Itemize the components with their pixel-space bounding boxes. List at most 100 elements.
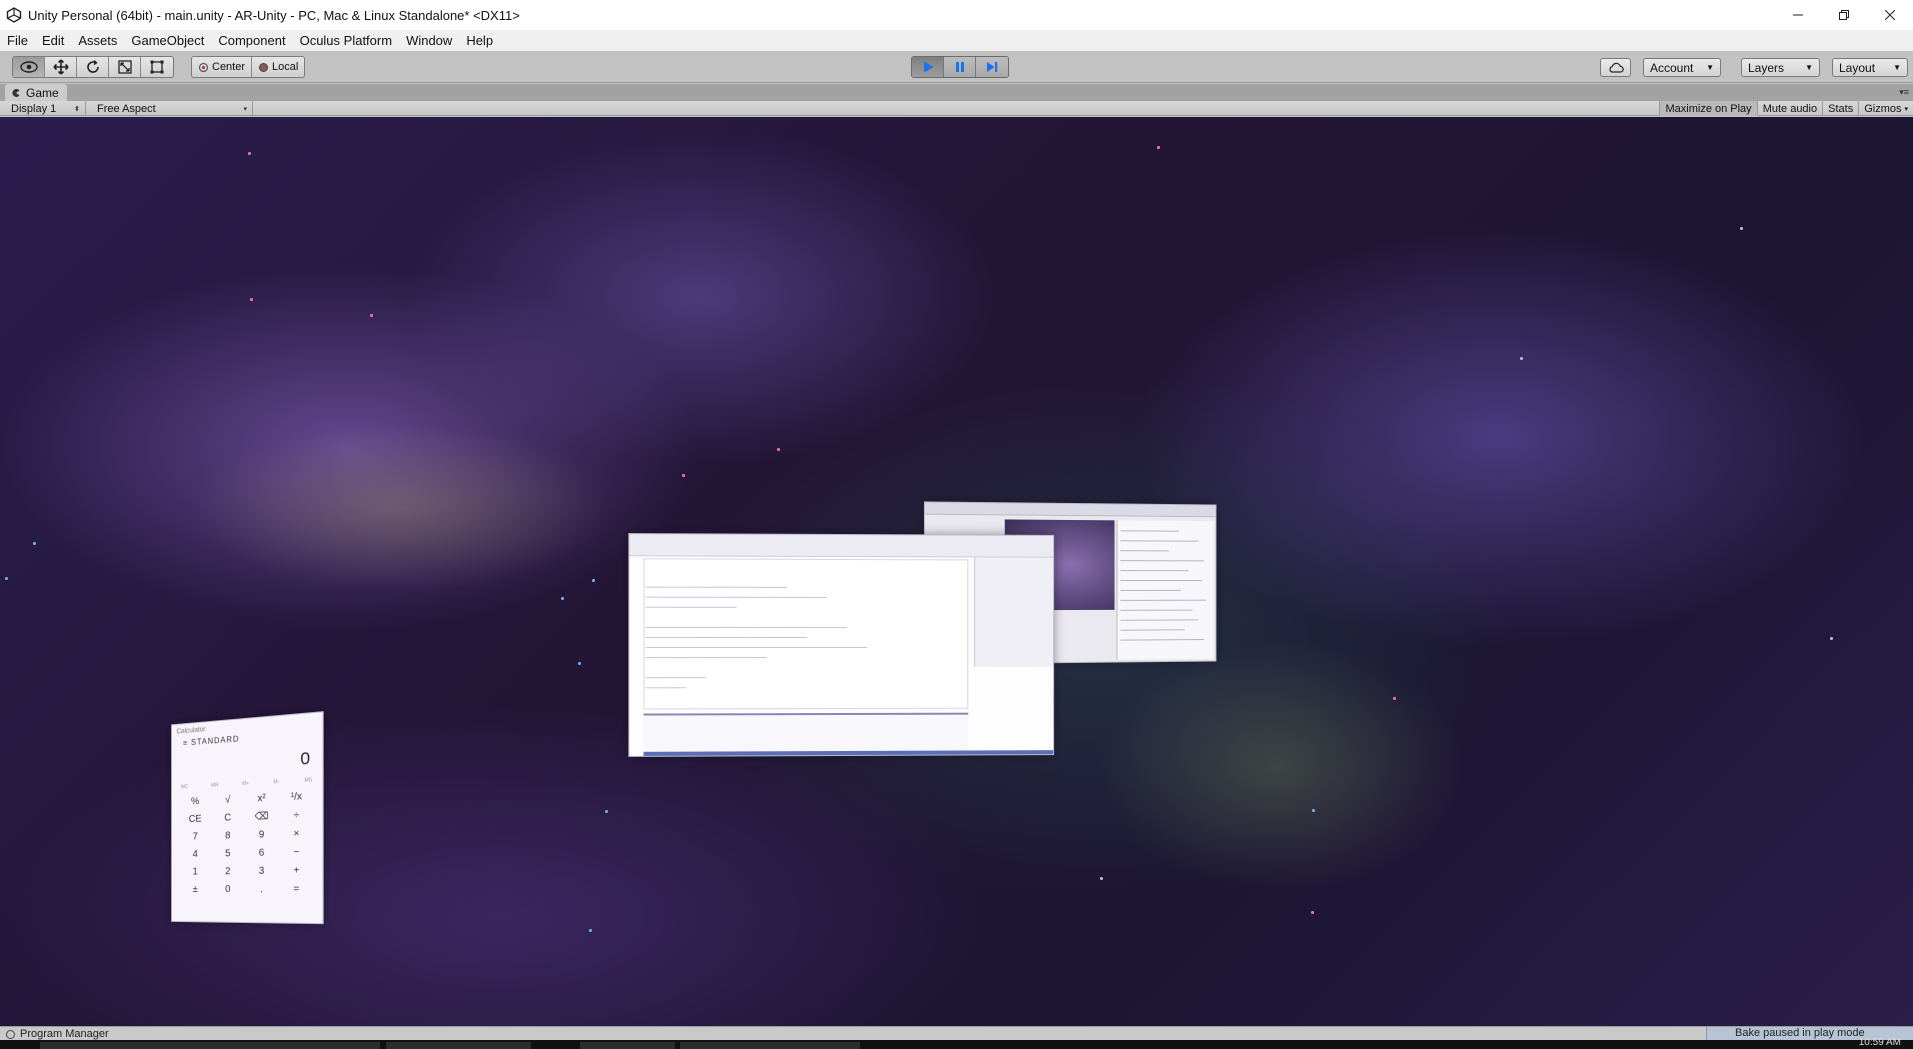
gizmos-dropdown[interactable]: Gizmos ▾ <box>1858 101 1913 116</box>
calculator-window-panel[interactable]: Calculator ≡ STANDARD 0 MC MR M+ M- MS %… <box>171 711 324 925</box>
code-line <box>645 626 847 629</box>
calc-key[interactable]: % <box>179 795 211 810</box>
rect-tool-button[interactable] <box>141 57 173 77</box>
taskbar-clock[interactable]: 10:59 AM <box>1859 1037 1901 1048</box>
calc-key[interactable]: ⌫ <box>245 810 279 825</box>
pivot-center-button[interactable]: Center <box>192 57 253 77</box>
calc-key[interactable]: − <box>279 845 314 860</box>
calc-key[interactable]: = <box>279 883 314 897</box>
eye-icon <box>19 61 38 73</box>
calc-key[interactable]: ¹/x <box>279 790 314 806</box>
minimize-button[interactable] <box>1775 0 1821 30</box>
account-label: Account <box>1650 60 1694 75</box>
collab-cloud-button[interactable] <box>1600 58 1631 77</box>
calc-key[interactable]: x² <box>245 791 279 807</box>
menu-gameobject[interactable]: GameObject <box>124 30 211 51</box>
tab-game-label: Game <box>26 85 59 100</box>
status-left: Program Manager <box>6 1028 109 1040</box>
code-editor-window-panel[interactable] <box>628 533 1055 757</box>
calc-key[interactable]: M- <box>273 779 279 785</box>
menu-file[interactable]: File <box>0 30 35 51</box>
star <box>1393 697 1396 700</box>
calc-key[interactable]: 7 <box>179 830 211 845</box>
move-tool-button[interactable] <box>45 57 77 77</box>
calc-key[interactable]: MC <box>181 784 188 790</box>
account-caret-icon: ▼ <box>1706 63 1714 72</box>
status-bar: Program Manager Bake paused in play mode <box>0 1026 1913 1040</box>
code-line <box>645 677 707 679</box>
account-dropdown[interactable]: Account ▼ <box>1643 58 1721 77</box>
calc-key[interactable]: 2 <box>211 865 244 879</box>
title-bar: Unity Personal (64bit) - main.unity - AR… <box>0 0 1913 30</box>
rotate-tool-button[interactable] <box>77 57 109 77</box>
game-view-viewport[interactable]: Calculator ≡ STANDARD 0 MC MR M+ M- MS %… <box>0 117 1913 1026</box>
calc-key[interactable]: 0 <box>211 883 244 897</box>
solution-explorer-panel <box>974 557 1054 667</box>
main-toolbar: Center Local Account ▼ Layers ▼ Layout ▼ <box>0 51 1913 83</box>
star <box>777 448 780 451</box>
game-view-options: Maximize on Play Mute audio Stats Gizmos… <box>1659 101 1913 116</box>
restore-button[interactable] <box>1821 0 1867 30</box>
local-space-icon <box>259 62 269 72</box>
menu-help[interactable]: Help <box>459 30 500 51</box>
tab-game[interactable]: Game <box>5 84 67 101</box>
calc-key[interactable]: . <box>245 883 279 897</box>
code-line <box>645 636 807 638</box>
gizmos-label: Gizmos <box>1864 102 1902 115</box>
taskbar-item[interactable] <box>40 1042 380 1049</box>
menu-window[interactable]: Window <box>399 30 459 51</box>
scale-tool-button[interactable] <box>109 57 141 77</box>
star <box>370 314 373 317</box>
mute-audio-toggle[interactable]: Mute audio <box>1756 101 1822 116</box>
calc-key[interactable]: ± <box>179 883 211 897</box>
pivot-local-button[interactable]: Local <box>252 57 304 77</box>
step-button[interactable] <box>976 57 1008 77</box>
code-line <box>645 657 767 659</box>
close-button[interactable] <box>1867 0 1913 30</box>
calc-key[interactable]: 1 <box>179 865 211 879</box>
star <box>1312 809 1315 812</box>
code-editor-toolbar <box>629 534 1054 558</box>
calc-key[interactable]: 5 <box>211 847 244 862</box>
tab-menu-icon[interactable]: ▾≡ <box>1899 87 1909 98</box>
calc-key[interactable]: + <box>279 864 314 879</box>
aspect-dropdown[interactable]: Free Aspect ▾ <box>92 101 253 116</box>
calc-key[interactable]: 6 <box>245 846 279 861</box>
layers-dropdown[interactable]: Layers ▼ <box>1741 58 1820 77</box>
menu-component[interactable]: Component <box>211 30 292 51</box>
game-tab-bar: Game ▾≡ <box>0 84 1913 101</box>
taskbar-item[interactable] <box>386 1042 531 1049</box>
code-editor-area <box>643 558 969 710</box>
layout-label: Layout <box>1839 60 1876 75</box>
cloud-icon <box>1608 62 1624 73</box>
menu-assets[interactable]: Assets <box>71 30 124 51</box>
calc-key[interactable]: MR <box>211 782 218 788</box>
calc-key[interactable]: MS <box>304 777 312 784</box>
calc-key[interactable]: 3 <box>245 865 279 879</box>
hamburger-menu-icon[interactable]: ≡ <box>183 738 191 747</box>
calc-key[interactable]: 8 <box>211 829 244 844</box>
calc-key[interactable]: ÷ <box>279 808 314 824</box>
calc-key[interactable]: M+ <box>242 781 249 787</box>
display-dropdown[interactable]: Display 1 ⬍ <box>6 101 86 116</box>
pause-button[interactable] <box>944 57 976 77</box>
calc-key[interactable]: 9 <box>245 828 279 843</box>
stats-toggle[interactable]: Stats <box>1822 101 1858 116</box>
star <box>1157 146 1160 149</box>
menu-edit[interactable]: Edit <box>35 30 71 51</box>
taskbar-item[interactable] <box>580 1042 675 1049</box>
menu-oculus-platform[interactable]: Oculus Platform <box>293 30 399 51</box>
play-button[interactable] <box>912 57 944 77</box>
calc-key[interactable]: C <box>211 811 244 826</box>
taskbar-item[interactable] <box>680 1042 860 1049</box>
code-line <box>645 687 687 689</box>
calc-key[interactable]: × <box>279 827 314 842</box>
step-icon <box>987 62 998 72</box>
hand-tool-button[interactable] <box>13 57 45 77</box>
calc-key[interactable]: 4 <box>179 848 211 862</box>
maximize-on-play-toggle[interactable]: Maximize on Play <box>1659 101 1757 116</box>
calc-key[interactable]: CE <box>179 812 211 827</box>
layout-dropdown[interactable]: Layout ▼ <box>1832 58 1908 77</box>
pivot-label: Center <box>212 61 246 73</box>
calc-key[interactable]: √ <box>211 793 244 808</box>
